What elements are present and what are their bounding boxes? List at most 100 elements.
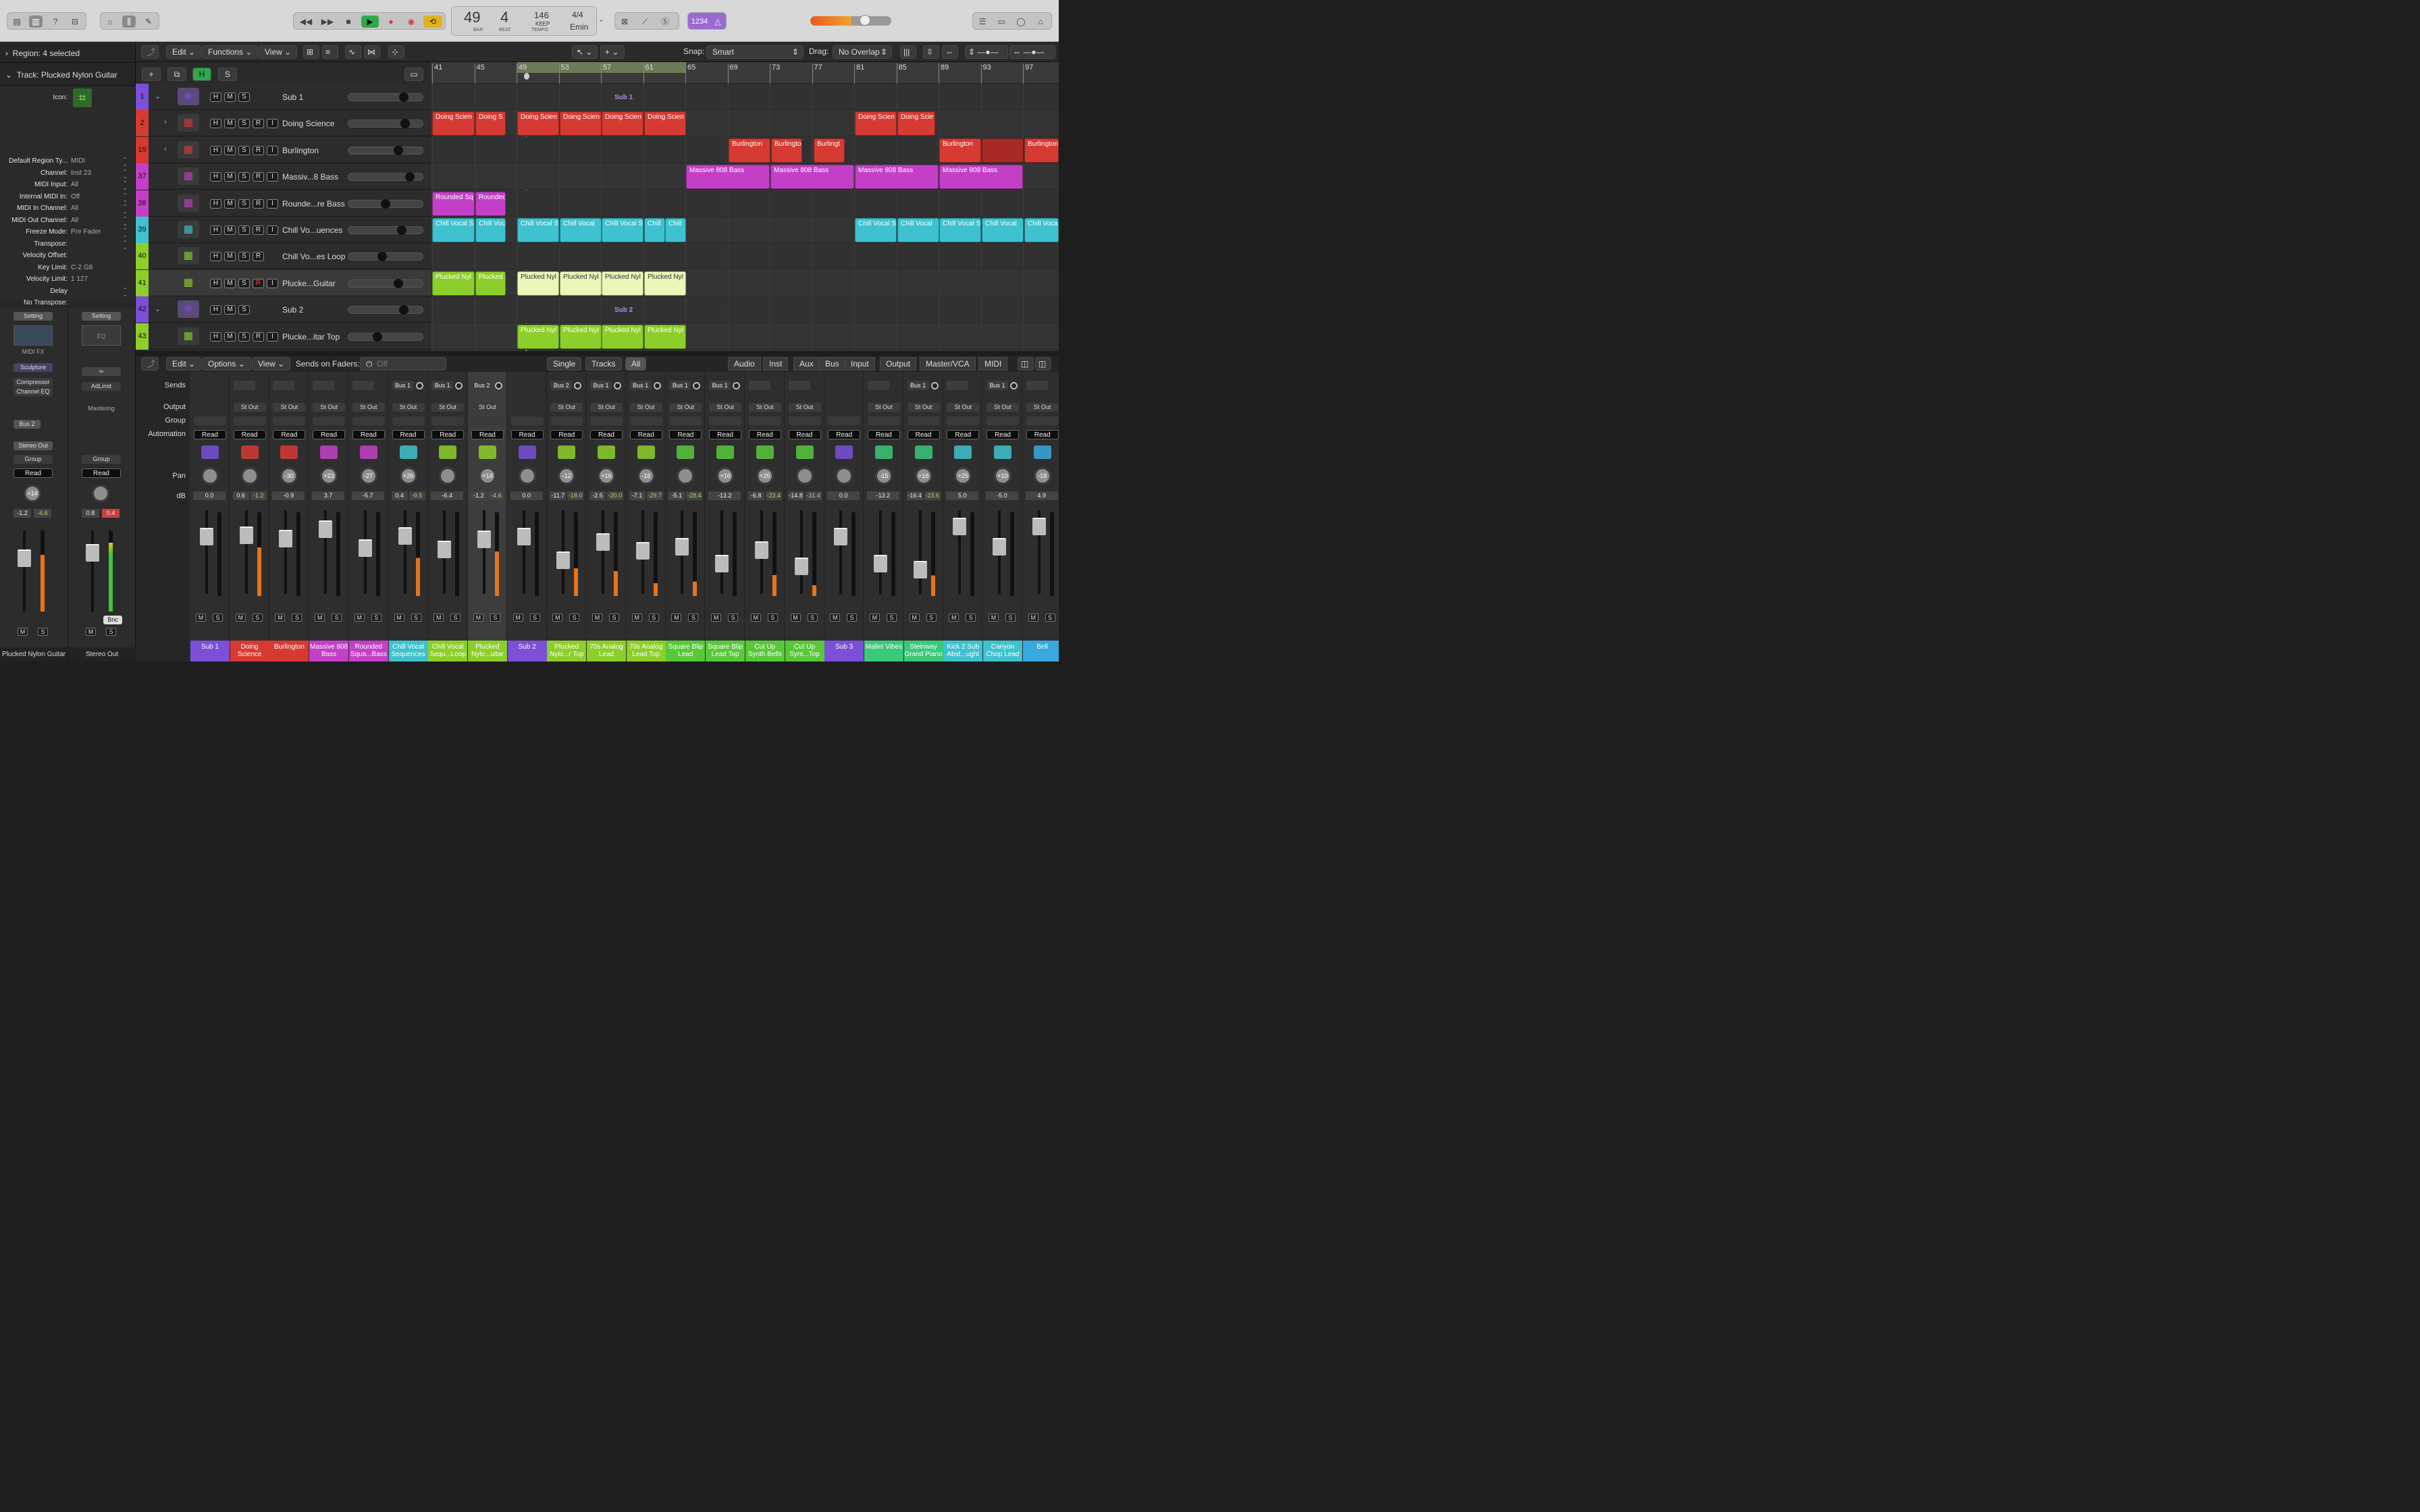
group-slot[interactable] <box>273 416 306 425</box>
volume-fader[interactable] <box>358 510 372 594</box>
region[interactable]: Plucked Nyl <box>432 271 475 296</box>
track-lane[interactable] <box>431 84 1059 110</box>
track-volume-slider[interactable] <box>348 252 423 262</box>
track-icon[interactable] <box>598 446 615 459</box>
region[interactable]: Massive 808 Bass <box>939 165 1023 190</box>
track-volume-slider[interactable] <box>348 198 423 209</box>
output-slot[interactable]: Stereo Out <box>14 441 53 450</box>
track-icon[interactable] <box>439 446 457 459</box>
group-slot[interactable] <box>510 416 544 425</box>
instrument-icon[interactable]: ▦ <box>178 221 199 238</box>
region[interactable]: Massive 808 Bass <box>686 165 770 190</box>
slider-knob[interactable] <box>397 225 406 235</box>
solo-button[interactable]: S <box>238 305 250 315</box>
automation-read-button[interactable]: Read <box>669 430 702 439</box>
solo-button[interactable]: S <box>807 614 818 622</box>
empty-send-slot[interactable] <box>352 381 374 390</box>
fit-vertical-icon[interactable]: ⇳ <box>923 45 939 59</box>
solo-button[interactable]: S <box>490 614 500 622</box>
mute-button[interactable]: M <box>473 614 483 622</box>
automation-read-button[interactable]: Read <box>471 430 504 439</box>
mute-button[interactable]: M <box>86 628 96 636</box>
send-slot[interactable]: Bus 2 <box>550 381 573 390</box>
region[interactable]: Plucked Nyl <box>517 324 559 349</box>
pan-knob[interactable]: +16 <box>914 467 932 485</box>
record-enable-button[interactable]: R <box>253 225 264 235</box>
group-slot[interactable] <box>431 416 465 425</box>
region[interactable]: Plucked Nyl <box>517 271 559 296</box>
group-slot[interactable] <box>233 416 266 425</box>
output-slot[interactable]: St Out <box>590 403 623 412</box>
volume-fader[interactable] <box>477 510 491 594</box>
link-icon[interactable]: ∞ <box>82 367 121 376</box>
strip-name[interactable]: Kick 2 Sub Abst...ught <box>943 641 983 662</box>
automation-read-button[interactable]: Read <box>590 430 623 439</box>
track-volume-slider[interactable] <box>348 305 423 315</box>
toolbar-icon[interactable]: ⊟ <box>68 16 82 28</box>
track-row[interactable]: 40 ▦ H M S R Chill Vo...es Loop <box>136 243 431 270</box>
volume-fader[interactable] <box>596 510 610 594</box>
solo-button[interactable]: S <box>238 119 250 129</box>
solo-icon[interactable]: Ⓢ <box>658 16 672 28</box>
pan-knob[interactable]: +26 <box>399 467 417 485</box>
inspector-param-row[interactable]: Delay ⌃ ⌄ <box>0 287 135 299</box>
track-icon[interactable] <box>756 446 774 459</box>
inspector-param-row[interactable]: MIDI Out Channel: All ⌃ ⌄ <box>0 216 135 228</box>
view-menu[interactable]: View ⌄ <box>259 45 298 59</box>
pan-knob[interactable]: +16 <box>716 467 735 485</box>
region[interactable]: Chill Vocal <box>560 218 602 242</box>
region[interactable]: Doing Scien <box>602 111 643 136</box>
slider-knob[interactable] <box>405 172 415 182</box>
solo-button[interactable]: S <box>411 614 421 622</box>
output-slot[interactable]: St Out <box>907 403 940 412</box>
group-slot[interactable] <box>669 416 702 425</box>
metronome-icon[interactable]: △ <box>711 16 725 28</box>
output-slot[interactable]: St Out <box>748 403 781 412</box>
pan-knob[interactable]: +25 <box>954 467 972 485</box>
pan-knob[interactable]: -15 <box>874 467 893 485</box>
inspector-param-row[interactable]: Velocity Offset: <box>0 252 135 263</box>
region[interactable]: Plucked Nyl <box>560 271 602 296</box>
track-header[interactable]: ⌄ Track: Plucked Nylon Guitar <box>5 70 117 80</box>
input-monitor-button[interactable]: I <box>267 331 278 342</box>
output-slot[interactable]: St Out <box>669 403 702 412</box>
automation-read-button[interactable]: Read <box>510 430 544 439</box>
pan-knob[interactable]: -30 <box>280 467 298 485</box>
automation-read-button[interactable]: Read <box>828 430 861 439</box>
solo-button[interactable]: S <box>529 614 540 622</box>
track-row[interactable]: 42 ⌄ ⊕ H M S Sub 2 <box>136 296 431 323</box>
volume-fader[interactable] <box>993 510 1006 594</box>
solo-button[interactable]: S <box>371 614 382 622</box>
automation-read-button[interactable]: Read <box>709 430 742 439</box>
grid-view-icon[interactable]: ⊞ <box>303 45 319 59</box>
strip-name[interactable]: Burlington <box>269 641 309 662</box>
chevron-down-icon[interactable]: ⌄ <box>155 92 161 101</box>
send-slot[interactable]: Bus 1 <box>590 381 612 390</box>
track-icon[interactable] <box>1033 446 1051 459</box>
track-name[interactable]: Sub 2 <box>282 305 303 315</box>
filter-bus-button[interactable]: Bus <box>819 357 845 371</box>
volume-fader[interactable] <box>18 531 31 612</box>
send-level-knob[interactable] <box>930 382 939 389</box>
hide-button[interactable]: H <box>210 331 221 342</box>
output-slot[interactable]: St Out <box>709 403 742 412</box>
output-slot[interactable]: St Out <box>471 403 504 412</box>
mute-button[interactable]: M <box>354 614 365 622</box>
fader-cap[interactable] <box>86 544 99 562</box>
filter-inst-button[interactable]: Inst <box>763 357 789 371</box>
flex-icon[interactable]: ⋈ <box>364 45 380 59</box>
pan-knob[interactable] <box>835 467 853 485</box>
divider[interactable] <box>136 351 1059 356</box>
fader-cap[interactable] <box>319 520 333 538</box>
wide-strips-icon[interactable]: ◫ <box>1035 357 1051 371</box>
automation-read-button[interactable]: Read <box>550 430 583 439</box>
library-icon[interactable]: ▤ <box>10 16 24 28</box>
solo-button[interactable]: S <box>238 331 250 342</box>
track-lane[interactable] <box>431 190 1059 217</box>
solo-button[interactable]: S <box>238 252 250 262</box>
sends-on-faders-dropdown[interactable]: ⏻ Off <box>360 357 446 371</box>
region[interactable]: Doing S <box>475 111 506 136</box>
track-icon[interactable] <box>637 446 655 459</box>
group-slot[interactable] <box>550 416 583 425</box>
slider-knob[interactable] <box>400 119 410 129</box>
